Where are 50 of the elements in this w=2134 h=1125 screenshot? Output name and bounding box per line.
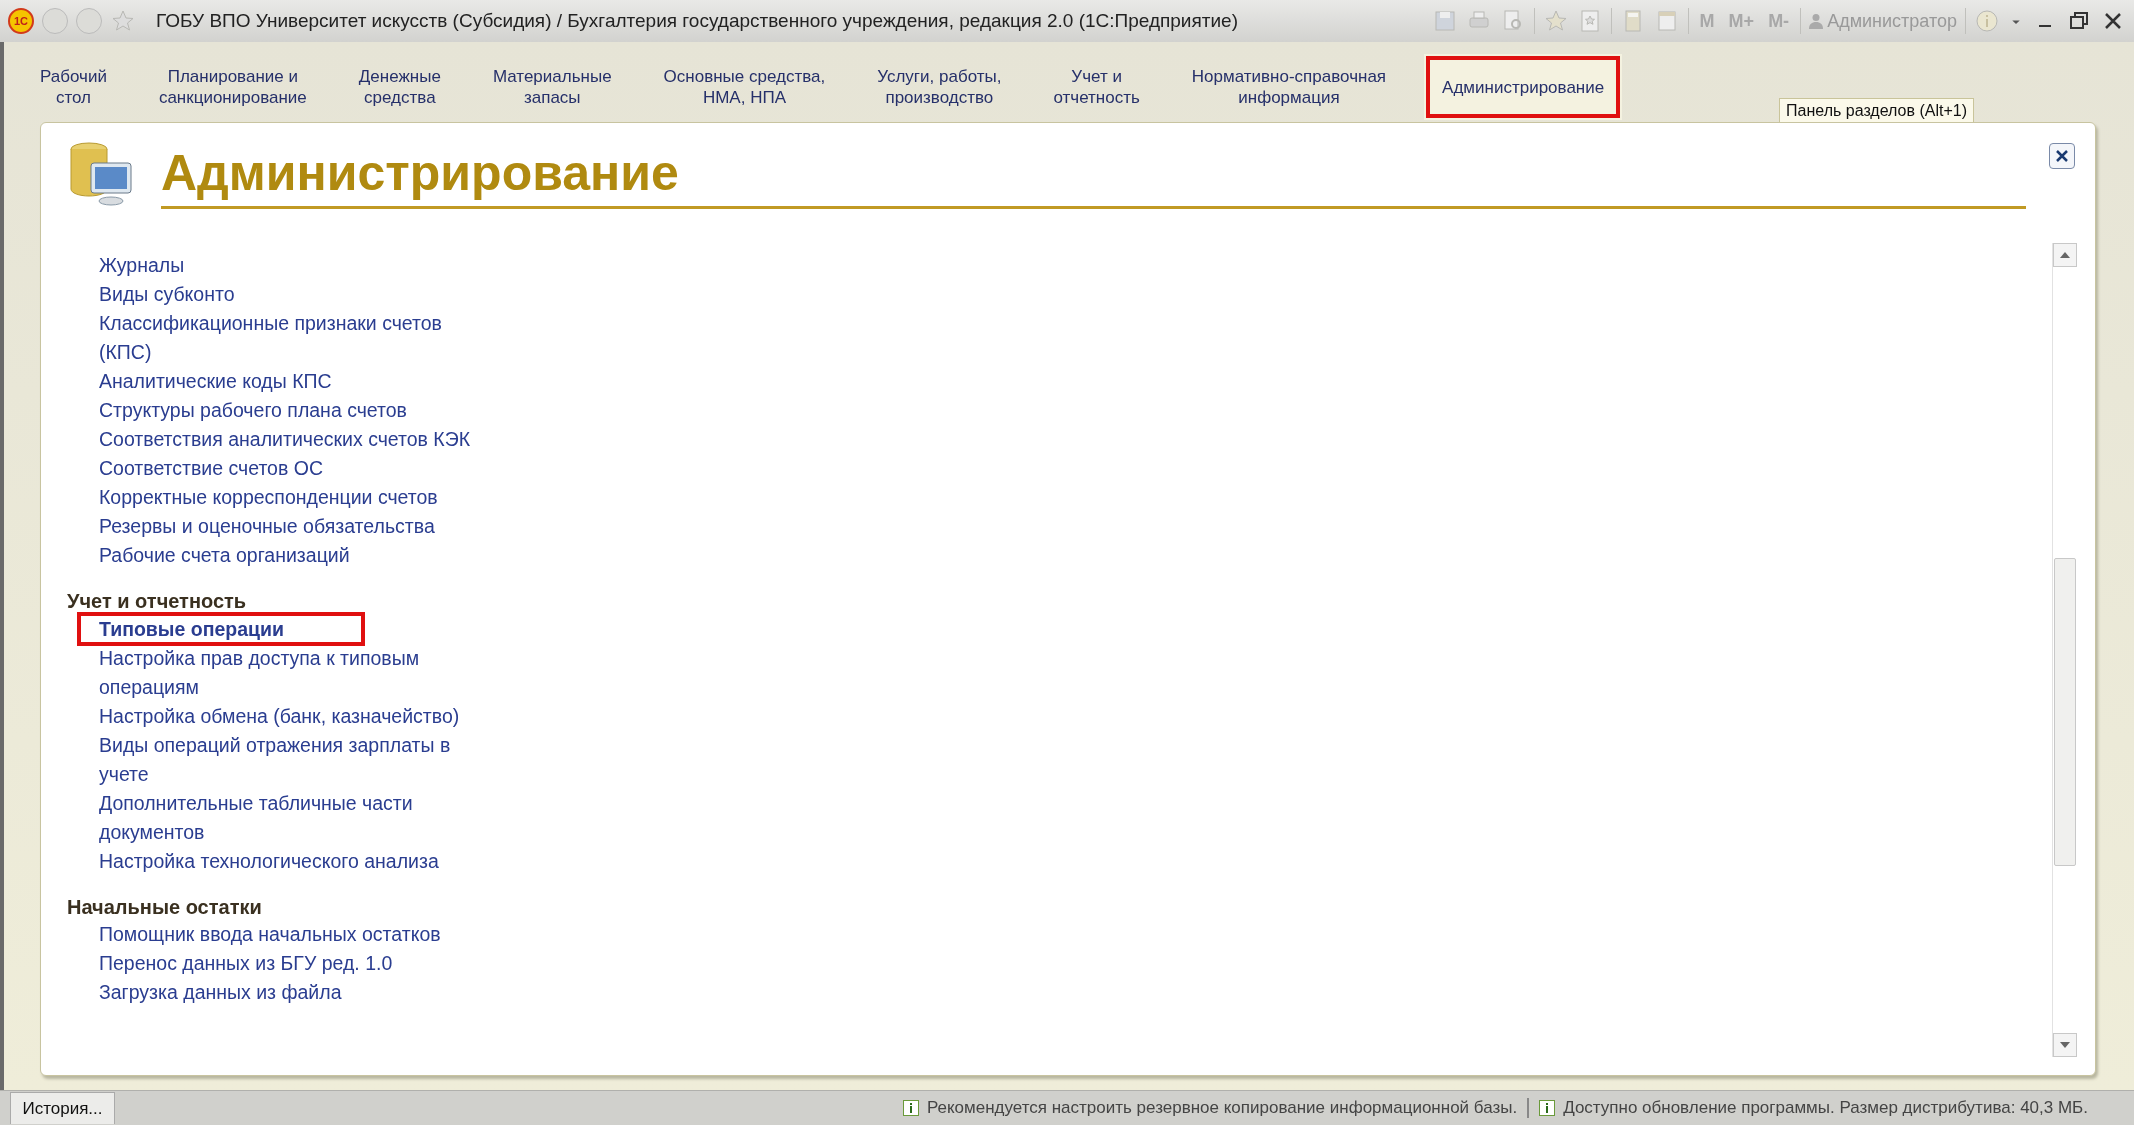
nav-link[interactable]: Резервы и оценочные обязательства <box>99 512 499 541</box>
up-arrow-icon <box>2060 252 2070 258</box>
nav-link[interactable]: Виды операций отражения зарплаты в учете <box>99 731 499 789</box>
window-title: ГОБУ ВПО Университет искусств (Субсидия) / Бухгалтерия государственного учреждения, редакция 2.0 (1С:Предприятие) <box>156 10 1239 32</box>
nav-link[interactable]: Классификационные признаки счетов (КПС) <box>99 309 499 367</box>
section-tab[interactable]: Рабочий стол <box>26 54 121 120</box>
page-title: Администрирование <box>161 144 2026 209</box>
section-tab[interactable]: Основные средства, НМА, НПА <box>649 54 840 120</box>
history-button[interactable]: История... <box>10 1092 115 1124</box>
nav-link[interactable]: Корректные корреспонденции счетов <box>99 483 499 512</box>
status-message[interactable]: Доступно обновление программы. Размер дистрибутива: 40,3 МБ. <box>1527 1098 2088 1118</box>
user-icon <box>1809 13 1824 29</box>
group-heading: Начальные остатки <box>67 895 263 920</box>
nav-link[interactable]: Помощник ввода начальных остатков <box>99 920 499 949</box>
info-icon <box>1539 1100 1556 1116</box>
nav-link[interactable]: Журналы <box>99 251 499 280</box>
nav-link[interactable]: Настройка технологического анализа <box>99 847 499 876</box>
scroll-up-button[interactable] <box>2053 243 2077 267</box>
group-heading: Учет и отчетность <box>67 589 248 614</box>
nav-link[interactable]: Аналитические коды КПС <box>99 367 499 396</box>
scroll-thumb[interactable] <box>2054 558 2076 867</box>
nav-link[interactable]: Настройка прав доступа к типовым операциям <box>99 644 499 702</box>
star-icon[interactable] <box>110 8 136 34</box>
forward-button[interactable] <box>76 8 102 34</box>
nav-link[interactable]: Соответствие счетов ОС <box>99 454 499 483</box>
down-arrow-icon <box>2060 1042 2070 1048</box>
section-tab[interactable]: Денежные средства <box>344 54 455 120</box>
back-button[interactable] <box>42 8 68 34</box>
section-tab[interactable]: Нормативно-справочная информация <box>1177 54 1401 120</box>
section-tab[interactable]: Услуги, работы, производство <box>863 54 1016 120</box>
nav-link[interactable]: Виды субконто <box>99 280 499 309</box>
nav-link[interactable]: Загрузка данных из файла <box>99 978 499 1007</box>
nav-link[interactable]: Дополнительные табличные части документов <box>99 789 499 847</box>
section-tab[interactable]: Учет и отчетность <box>1039 54 1154 120</box>
section-tab[interactable]: Администрирование <box>1424 54 1623 120</box>
app-logo[interactable]: 1С <box>8 8 34 34</box>
nav-link[interactable]: Структуры рабочего плана счетов <box>99 396 499 425</box>
scroll-down-button[interactable] <box>2053 1033 2077 1057</box>
nav-link[interactable]: Настройка обмена (банк, казначейство) <box>99 702 499 731</box>
close-icon <box>2054 148 2070 164</box>
close-button[interactable] <box>2049 143 2075 169</box>
section-tab[interactable]: Материальные запасы <box>478 54 626 120</box>
info-icon <box>902 1100 919 1116</box>
nav-link[interactable]: Рабочие счета организаций <box>99 541 499 570</box>
status-message[interactable]: Рекомендуется настроить резервное копирование информационной базы. <box>902 1098 1518 1118</box>
panel-tooltip: Панель разделов (Alt+1) <box>1779 98 1974 124</box>
section-tab[interactable]: Планирование и санкционирование <box>144 54 321 120</box>
info-icon[interactable] <box>1974 8 2000 34</box>
nav-link[interactable]: Перенос данных из БГУ ред. 1.0 <box>99 949 499 978</box>
nav-link[interactable]: Соответствия аналитических счетов КЭК <box>99 425 499 454</box>
